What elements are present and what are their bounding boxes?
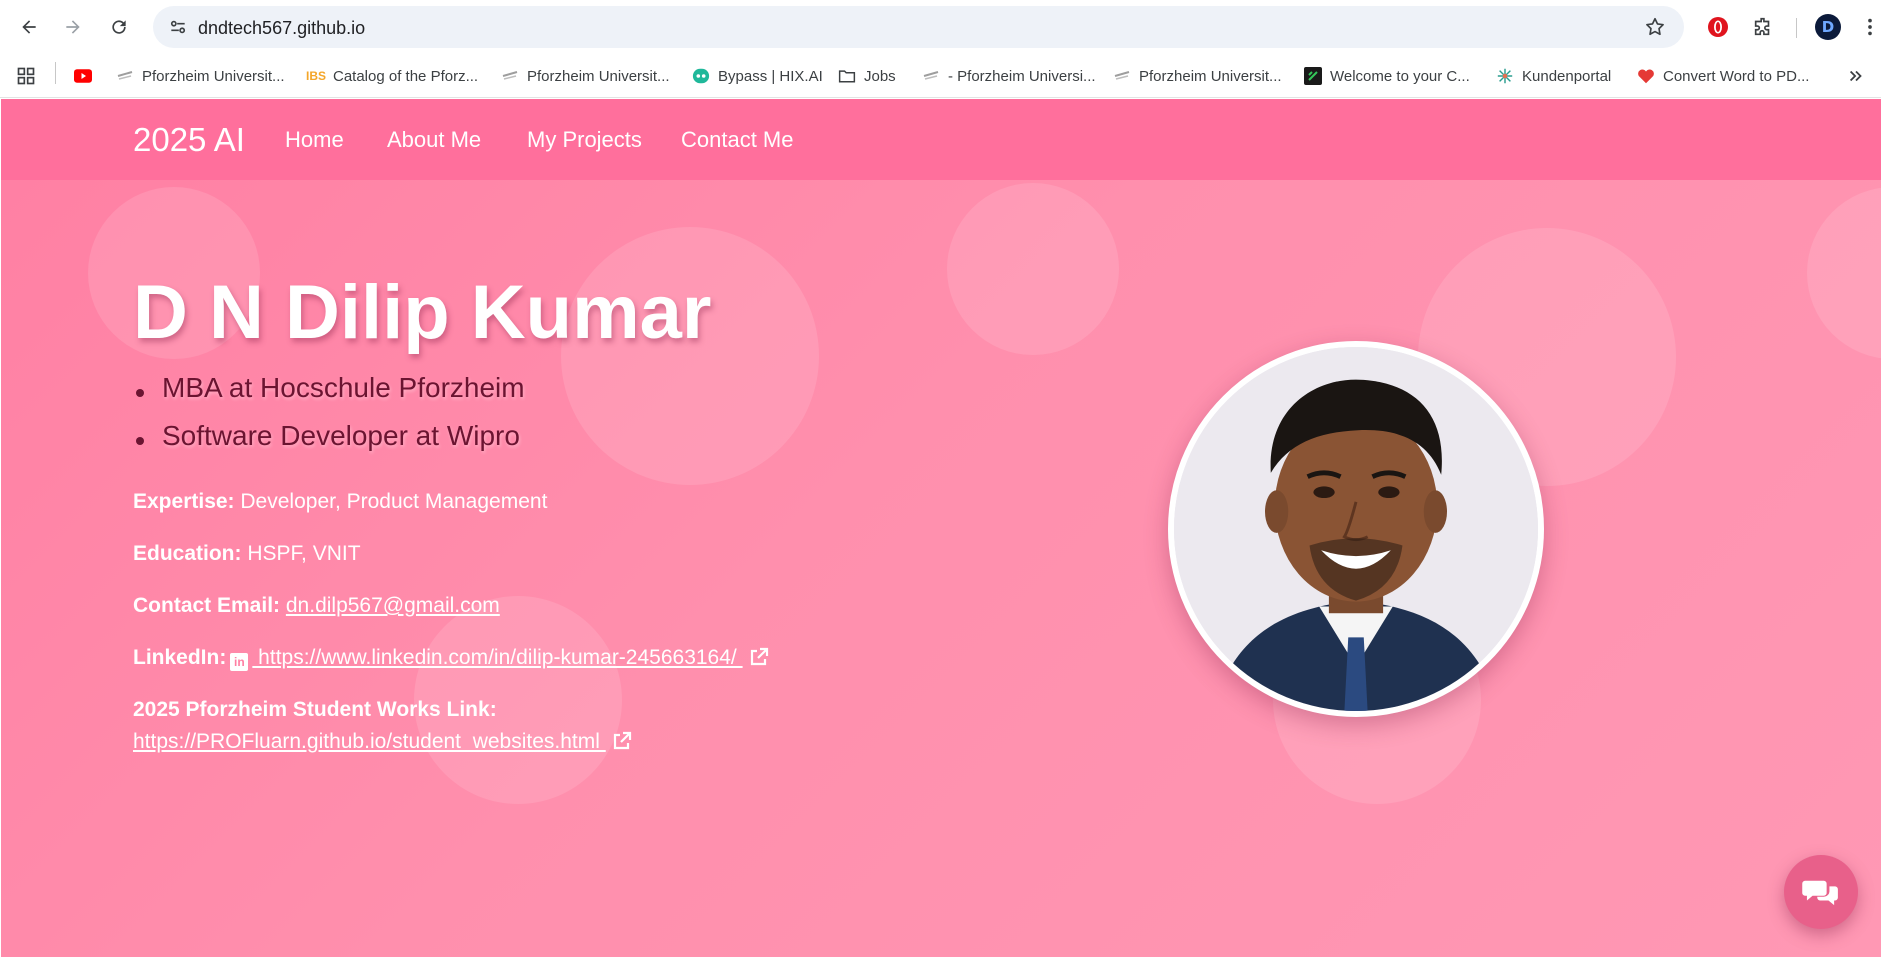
profile-avatar[interactable]: D (1813, 12, 1843, 42)
bookmark-label: - Pforzheim Universi... (948, 67, 1096, 85)
linkedin-icon: in (230, 653, 249, 671)
bookmark-welcome[interactable]: Welcome to your C... (1304, 64, 1470, 88)
bookmark-jobs-folder[interactable]: Jobs (838, 64, 896, 88)
page-title: D N Dilip Kumar (133, 270, 712, 355)
welcome-icon (1304, 67, 1322, 85)
expertise-label: Expertise: (133, 490, 235, 513)
apps-grid-icon[interactable] (16, 64, 36, 88)
menu-kebab-icon[interactable] (1860, 12, 1880, 42)
expertise-row: Expertise: Developer, Product Management (133, 490, 547, 514)
youtube-icon (74, 67, 92, 85)
profile-initial: D (1815, 14, 1841, 40)
address-bar[interactable]: dndtech567.github.io (153, 6, 1684, 48)
role-text: Software Developer at Wipro (162, 420, 520, 451)
hix-icon (692, 67, 710, 85)
bookmark-catalog[interactable]: IBS Catalog of the Pforz... (306, 64, 479, 88)
hs-pforzheim-icon (501, 67, 519, 85)
nav-my-projects[interactable]: My Projects (527, 127, 642, 153)
page-viewport: 2025 AI Home About Me My Projects Contac… (1, 99, 1881, 957)
role-item: Software Developer at Wipro (136, 420, 520, 452)
bullet-icon (136, 389, 144, 397)
role-item: MBA at Hocschule Pforzheim (136, 372, 525, 404)
bookmark-pforzheim-1[interactable]: Pforzheim Universit... (116, 64, 285, 88)
bookmark-label: Catalog of the Pforz... (333, 67, 479, 85)
portrait-illustration (1174, 347, 1538, 711)
decor-bubble (1807, 187, 1881, 359)
linkedin-label: LinkedIn: (133, 646, 227, 669)
site-header: 2025 AI Home About Me My Projects Contac… (1, 99, 1881, 180)
nav-home[interactable]: Home (285, 127, 344, 153)
bookmark-star-icon[interactable] (1644, 16, 1666, 38)
education-value: HSPF, VNIT (247, 542, 361, 565)
student-works-link[interactable]: https://PROFluarn.github.io/student_webs… (133, 730, 606, 753)
bookmark-label: Pforzheim Universit... (527, 67, 670, 85)
arrow-right-icon (66, 20, 80, 34)
bookmark-convert[interactable]: Convert Word to PD... (1637, 64, 1809, 88)
hs-pforzheim-icon (116, 67, 134, 85)
bookmark-label: Welcome to your C... (1330, 67, 1470, 85)
reload-button[interactable] (103, 11, 135, 43)
bookmark-youtube[interactable] (74, 64, 92, 88)
external-link-icon[interactable] (749, 647, 769, 667)
expertise-value: Developer, Product Management (240, 490, 548, 513)
bullet-icon (136, 437, 144, 445)
bookmark-hix[interactable]: Bypass | HIX.AI (692, 64, 823, 88)
more-bookmarks-chevron-icon[interactable] (1847, 64, 1865, 88)
back-button[interactable] (13, 11, 45, 43)
forward-button[interactable] (57, 11, 89, 43)
education-label: Education: (133, 542, 242, 565)
bookmark-label: Jobs (864, 67, 896, 85)
email-link[interactable]: dn.dilp567@gmail.com (286, 594, 500, 617)
ibs-icon: IBS (306, 69, 327, 83)
browser-toolbar: dndtech567.github.io D (0, 0, 1881, 54)
linkedin-link[interactable]: https://www.linkedin.com/in/dilip-kumar-… (252, 646, 742, 669)
bookmark-kundenportal[interactable]: Kundenportal (1496, 64, 1611, 88)
reload-icon (112, 20, 126, 34)
education-row: Education: HSPF, VNIT (133, 542, 361, 566)
toolbar-divider (1796, 18, 1797, 38)
bookmark-label: Pforzheim Universit... (1139, 67, 1282, 85)
bookmark-label: Bypass | HIX.AI (718, 67, 823, 85)
bookmark-pforzheim-3[interactable]: - Pforzheim Universi... (922, 64, 1096, 88)
student-works-link-row: https://PROFluarn.github.io/student_webs… (133, 730, 632, 754)
student-works-label: 2025 Pforzheim Student Works Link: (133, 698, 497, 721)
nav-contact-me[interactable]: Contact Me (681, 127, 794, 153)
folder-icon (838, 67, 856, 85)
kundenportal-icon (1496, 67, 1514, 85)
extensions-puzzle-icon[interactable] (1748, 12, 1778, 42)
url-text[interactable]: dndtech567.github.io (198, 18, 365, 39)
bookmark-pforzheim-4[interactable]: Pforzheim Universit... (1113, 64, 1282, 88)
chat-bubbles-icon (1802, 880, 1838, 906)
bookmark-label: Kundenportal (1522, 67, 1612, 85)
hs-pforzheim-icon (1113, 67, 1131, 85)
external-link-icon[interactable] (612, 731, 632, 751)
arrow-left-icon (22, 20, 36, 34)
decor-bubble (947, 183, 1119, 355)
hs-pforzheim-icon (922, 67, 940, 85)
decor-bubble (561, 227, 819, 485)
email-label: Contact Email: (133, 594, 281, 617)
opera-extension-icon[interactable] (1703, 12, 1733, 42)
bookmark-pforzheim-2[interactable]: Pforzheim Universit... (501, 64, 670, 88)
role-text: MBA at Hocschule Pforzheim (162, 372, 525, 403)
email-row: Contact Email: dn.dilp567@gmail.com (133, 594, 500, 618)
student-works-row: 2025 Pforzheim Student Works Link: (133, 698, 497, 722)
heart-icon (1637, 67, 1655, 85)
bookmarks-divider (55, 62, 56, 84)
profile-photo (1168, 341, 1544, 717)
linkedin-row: LinkedIn: in https://www.linkedin.com/in/… (133, 646, 769, 671)
bookmark-label: Pforzheim Universit... (142, 67, 285, 85)
nav-about-me[interactable]: About Me (387, 127, 481, 153)
chat-button[interactable] (1784, 855, 1858, 929)
site-brand[interactable]: 2025 AI (133, 121, 245, 159)
bookmark-label: Convert Word to PD... (1663, 67, 1810, 85)
site-info-icon[interactable] (163, 12, 193, 42)
